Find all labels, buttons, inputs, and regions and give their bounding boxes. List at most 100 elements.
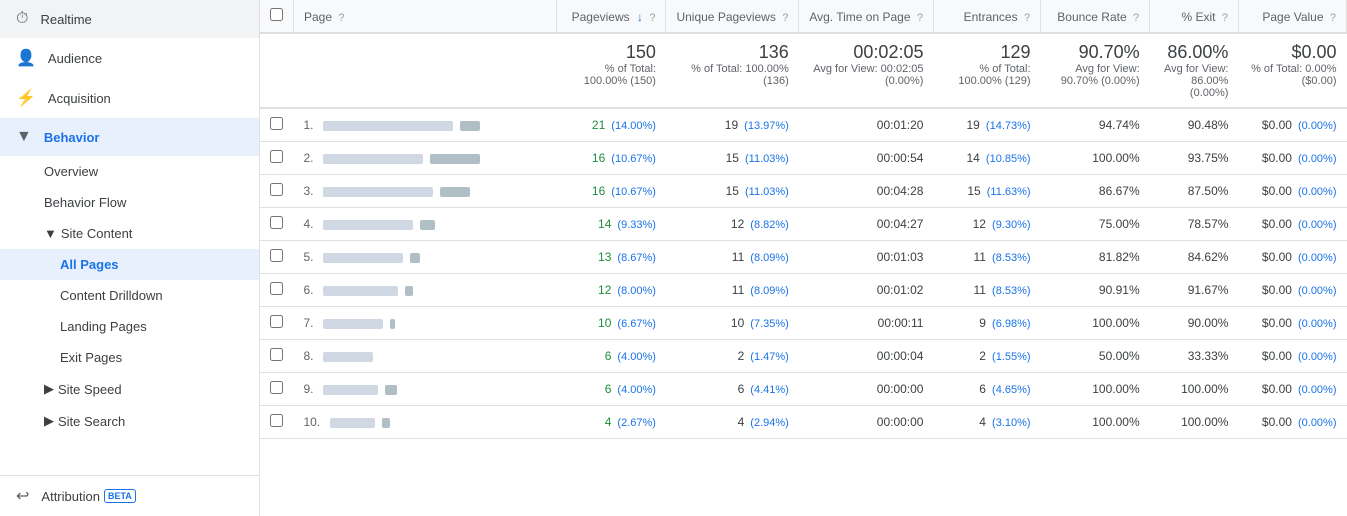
upv-pct: (4.41%) — [747, 384, 789, 396]
row-checkbox-cell[interactable] — [260, 108, 294, 142]
row-checkbox[interactable] — [270, 414, 283, 427]
page-cell[interactable]: 7. — [294, 307, 557, 340]
page-url-bar2 — [420, 220, 435, 230]
page-value-cell: $0.00 (0.00%) — [1238, 241, 1346, 274]
row-checkbox[interactable] — [270, 315, 283, 328]
summary-unique-pv: 136 % of Total: 100.00% (136) — [666, 33, 799, 108]
sidebar-item-overview[interactable]: Overview — [0, 156, 259, 187]
page-cell[interactable]: 8. — [294, 340, 557, 373]
row-checkbox[interactable] — [270, 216, 283, 229]
row-checkbox[interactable] — [270, 183, 283, 196]
entrances-cell: 12 (9.30%) — [933, 208, 1040, 241]
pv-help-icon[interactable]: ? — [649, 12, 655, 24]
dollar-value: $0.00 — [1262, 118, 1292, 132]
sidebar-item-behavior[interactable]: ▼ Behavior — [0, 118, 259, 156]
sidebar-item-content-drilldown[interactable]: Content Drilldown — [0, 280, 259, 311]
page-cell[interactable]: 9. — [294, 373, 557, 406]
row-checkbox-cell[interactable] — [260, 340, 294, 373]
dollar-value: $0.00 — [1262, 382, 1292, 396]
bounce-value: 81.82% — [1099, 250, 1140, 264]
page-cell[interactable]: 3. — [294, 175, 557, 208]
pv-pct: (4.00%) — [614, 351, 656, 363]
summary-time-val: 00:02:05 — [809, 42, 924, 63]
page-cell[interactable]: 10. — [294, 406, 557, 439]
entrances-cell: 11 (8.53%) — [933, 241, 1040, 274]
chevron-down-icon: ▼ — [44, 226, 57, 241]
pv2-help-icon[interactable]: ? — [1330, 12, 1336, 24]
unique-pv-cell: 11 (8.09%) — [666, 274, 799, 307]
sidebar-item-landing-pages[interactable]: Landing Pages — [0, 311, 259, 342]
row-checkbox-cell[interactable] — [260, 307, 294, 340]
row-checkbox-cell[interactable] — [260, 241, 294, 274]
page-url-bar1 — [323, 154, 423, 164]
sidebar-item-all-pages[interactable]: All Pages — [0, 249, 259, 280]
row-number: 6. — [304, 283, 314, 297]
pv-value: 6 — [605, 349, 612, 363]
row-checkbox-cell[interactable] — [260, 373, 294, 406]
attribution-icon: ↩ — [16, 486, 29, 506]
upv-help-icon[interactable]: ? — [782, 12, 788, 24]
page-help-icon[interactable]: ? — [338, 12, 344, 24]
row-checkbox-cell[interactable] — [260, 175, 294, 208]
sidebar-item-site-speed[interactable]: ▶ Site Speed — [0, 373, 259, 405]
bounce-rate-cell: 81.82% — [1041, 241, 1150, 274]
bounce-help-icon[interactable]: ? — [1133, 12, 1139, 24]
entr-value: 2 — [979, 349, 986, 363]
behavior-icon: ▼ — [16, 128, 32, 146]
time-value: 00:01:03 — [877, 250, 924, 264]
pv-value: 21 — [592, 118, 605, 132]
audience-label: Audience — [48, 51, 102, 66]
page-cell[interactable]: 6. — [294, 274, 557, 307]
page-url-bar2 — [410, 253, 420, 263]
row-checkbox-cell[interactable] — [260, 142, 294, 175]
row-checkbox[interactable] — [270, 282, 283, 295]
entr-help-icon[interactable]: ? — [1024, 12, 1030, 24]
row-number: 8. — [304, 349, 314, 363]
sidebar-item-exit-pages[interactable]: Exit Pages — [0, 342, 259, 373]
row-checkbox-cell[interactable] — [260, 406, 294, 439]
row-checkbox[interactable] — [270, 249, 283, 262]
main-content: Page ? Pageviews ↓ ? Unique Pageviews ? … — [260, 0, 1347, 516]
acquisition-icon: ⚡ — [16, 88, 36, 108]
bounce-rate-cell: 100.00% — [1041, 142, 1150, 175]
sidebar-item-acquisition[interactable]: ⚡ Acquisition — [0, 78, 259, 118]
page-cell[interactable]: 5. — [294, 241, 557, 274]
row-checkbox-cell[interactable] — [260, 274, 294, 307]
summary-entrances: 129 % of Total: 100.00% (129) — [933, 33, 1040, 108]
sort-down-icon[interactable]: ↓ — [637, 10, 643, 24]
unique-pv-col-header: Unique Pageviews ? — [666, 0, 799, 33]
pct-exit-cell: 90.00% — [1150, 307, 1239, 340]
select-all-header[interactable] — [260, 0, 294, 33]
sidebar-item-behavior-flow[interactable]: Behavior Flow — [0, 187, 259, 218]
upv-value: 4 — [738, 415, 745, 429]
row-checkbox[interactable] — [270, 117, 283, 130]
avg-time-help-icon[interactable]: ? — [917, 12, 923, 24]
sidebar-item-site-search[interactable]: ▶ Site Search — [0, 405, 259, 437]
row-checkbox[interactable] — [270, 348, 283, 361]
row-checkbox[interactable] — [270, 150, 283, 163]
exit-value: 90.00% — [1188, 316, 1229, 330]
unique-pv-cell: 6 (4.41%) — [666, 373, 799, 406]
bounce-value: 100.00% — [1092, 382, 1139, 396]
sidebar-item-audience[interactable]: 👤 Audience — [0, 38, 259, 78]
sidebar-item-site-content[interactable]: ▼ Site Content — [0, 218, 259, 249]
overview-label: Overview — [44, 164, 98, 179]
row-number: 1. — [304, 118, 314, 132]
pct-exit-cell: 84.62% — [1150, 241, 1239, 274]
select-all-checkbox[interactable] — [270, 8, 283, 21]
entr-pct: (11.63%) — [984, 186, 1031, 198]
pageviews-cell: 10 (6.67%) — [557, 307, 666, 340]
upv-value: 11 — [732, 283, 744, 297]
row-checkbox-cell[interactable] — [260, 208, 294, 241]
page-cell[interactable]: 2. — [294, 142, 557, 175]
page-cell[interactable]: 1. — [294, 108, 557, 142]
sidebar-item-attribution[interactable]: ↩ Attribution BETA — [0, 476, 259, 516]
sidebar-item-realtime[interactable]: ⏱ Realtime — [0, 0, 259, 38]
row-checkbox[interactable] — [270, 381, 283, 394]
page-cell[interactable]: 4. — [294, 208, 557, 241]
sidebar: ⏱ Realtime 👤 Audience ⚡ Acquisition ▼ Be… — [0, 0, 260, 516]
exit-help-icon[interactable]: ? — [1222, 12, 1228, 24]
bounce-value: 100.00% — [1092, 316, 1139, 330]
page-value-cell: $0.00 (0.00%) — [1238, 208, 1346, 241]
site-speed-label: Site Speed — [58, 382, 122, 397]
